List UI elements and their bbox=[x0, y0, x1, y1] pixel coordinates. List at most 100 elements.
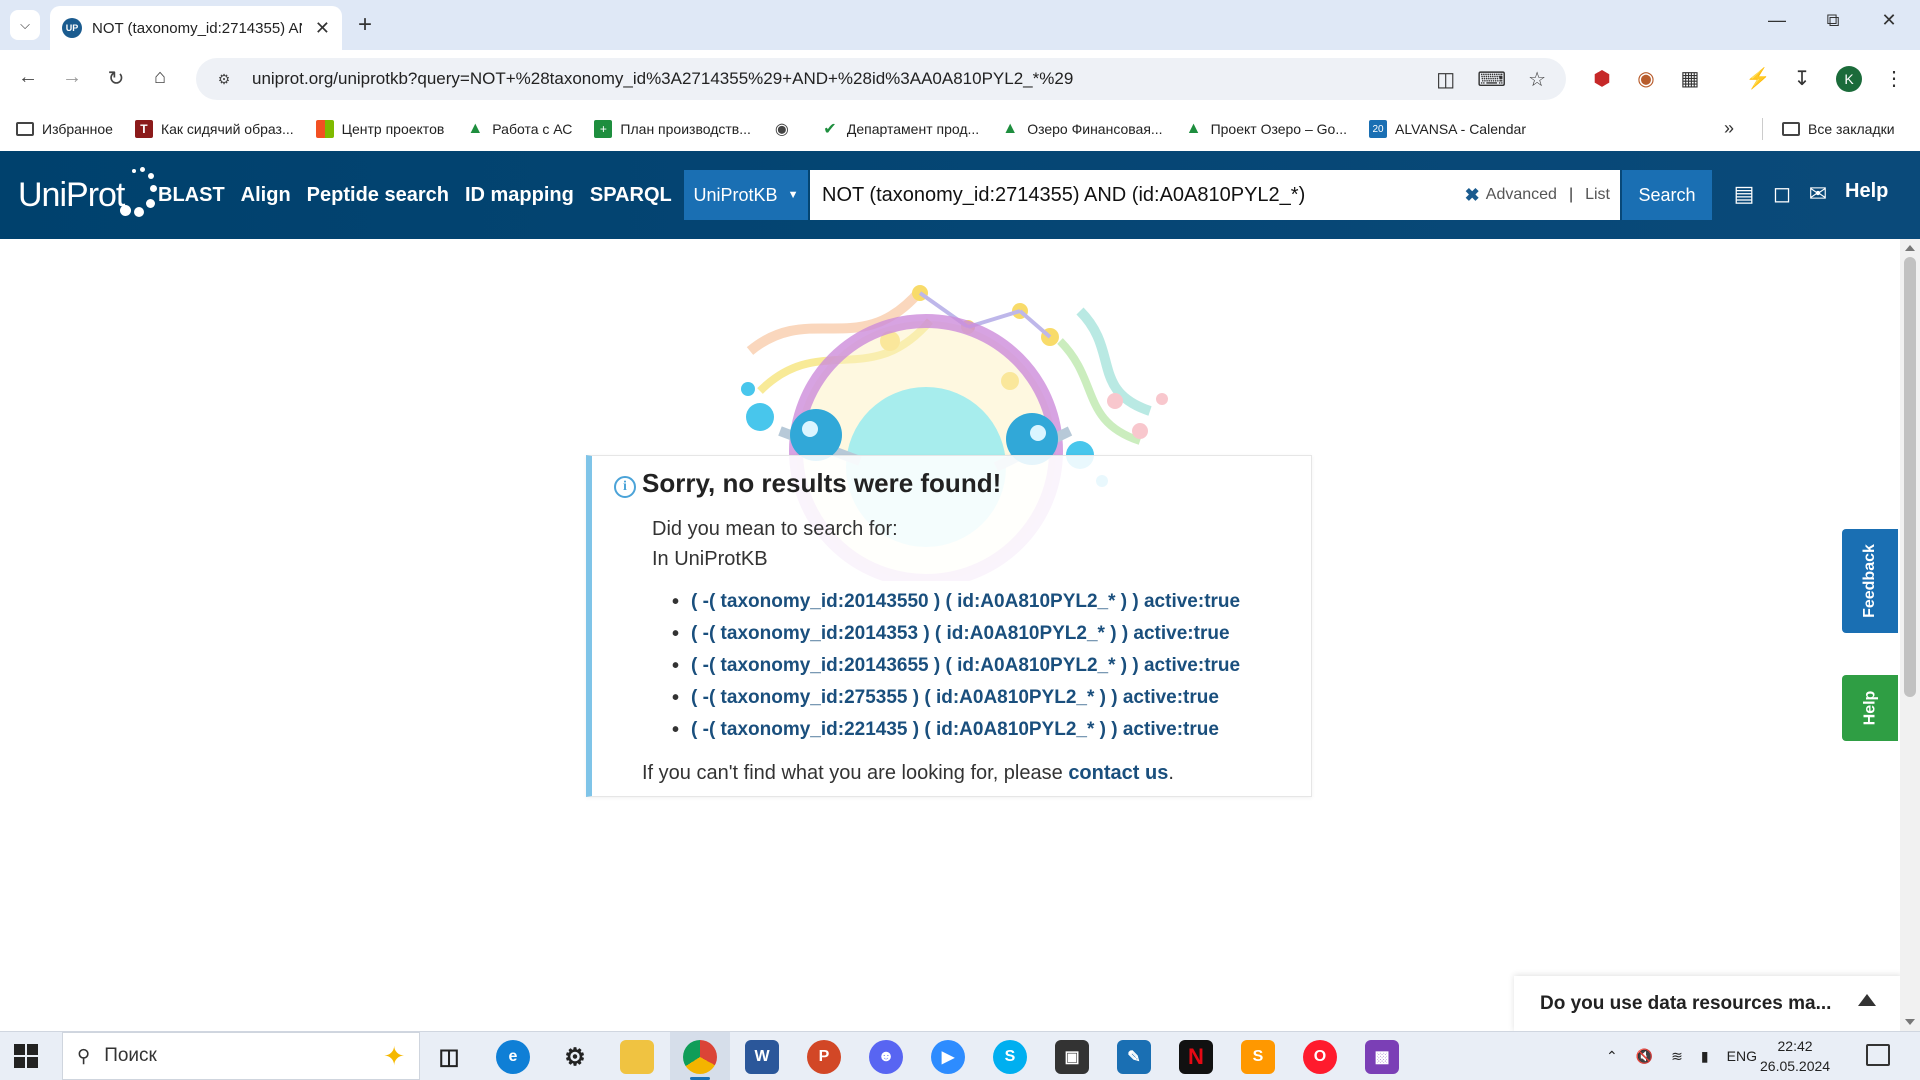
contact-us-link[interactable]: contact us bbox=[1068, 762, 1168, 784]
bookmark-item[interactable]: T Как сидячий образ... bbox=[134, 120, 294, 138]
basket-icon[interactable]: ◻ bbox=[1768, 181, 1796, 207]
discord-icon[interactable]: ☻ bbox=[869, 1040, 903, 1074]
download-icon[interactable]: ↧ bbox=[1788, 66, 1816, 91]
suggestion-link[interactable]: ( -( taxonomy_id:275355 ) ( id:A0A810PYL… bbox=[688, 682, 1240, 714]
bookmark-item[interactable]: Центр проектов bbox=[315, 120, 444, 138]
bookmark-item[interactable]: 20 ALVANSA - Calendar bbox=[1369, 120, 1526, 138]
extension-shield-icon[interactable]: ⬢ bbox=[1588, 66, 1616, 91]
document-app-icon[interactable]: ✎ bbox=[1117, 1040, 1151, 1074]
uniprot-favicon-icon: UP bbox=[62, 18, 82, 38]
reload-icon[interactable]: ↻ bbox=[102, 66, 130, 91]
nav-peptide-search[interactable]: Peptide search bbox=[307, 184, 449, 207]
database-selector[interactable]: UniProtKB ▼ bbox=[684, 170, 808, 220]
speaker-muted-icon[interactable]: 🔇 bbox=[1636, 1048, 1653, 1065]
browser-tab-active[interactable]: UP NOT (taxonomy_id:2714355) AND (id:A0A… bbox=[50, 6, 342, 50]
bookmark-item[interactable]: ◉ bbox=[773, 120, 799, 138]
help-side-tab[interactable]: Help bbox=[1842, 675, 1898, 741]
survey-banner[interactable]: Do you use data resources ma... bbox=[1514, 976, 1902, 1032]
windows-taskbar: ⚲ Поиск ✦ ◫ e ⚙ W P ☻ ▶ S ▣ ✎ N S O ▩ ⌃ … bbox=[0, 1031, 1920, 1080]
window-close-icon[interactable]: ✕ bbox=[1874, 10, 1904, 31]
edge-icon[interactable]: e bbox=[496, 1040, 530, 1074]
nav-align[interactable]: Align bbox=[241, 184, 291, 207]
taskbar-search-input[interactable]: ⚲ Поиск ✦ bbox=[62, 1032, 420, 1080]
suggestion-link[interactable]: ( -( taxonomy_id:221435 ) ( id:A0A810PYL… bbox=[688, 714, 1240, 746]
bookmark-item[interactable]: ▲ Работа с АС bbox=[466, 120, 572, 138]
powerpoint-icon[interactable]: P bbox=[807, 1040, 841, 1074]
advanced-search-link[interactable]: Advanced bbox=[1486, 186, 1557, 204]
skype-icon[interactable]: S bbox=[993, 1040, 1027, 1074]
search-button[interactable]: Search bbox=[1622, 170, 1712, 220]
opera-icon[interactable]: O bbox=[1303, 1040, 1337, 1074]
home-icon[interactable]: ⌂ bbox=[146, 66, 174, 89]
header-help-link[interactable]: Help bbox=[1845, 180, 1888, 203]
notification-icon[interactable] bbox=[1866, 1044, 1890, 1066]
zoom-icon[interactable]: ▶ bbox=[931, 1040, 965, 1074]
page-scrollbar[interactable] bbox=[1900, 239, 1920, 1031]
bookmark-item[interactable]: + План производств... bbox=[594, 120, 751, 138]
back-arrow-icon[interactable]: ← bbox=[14, 66, 42, 89]
logo-dots-icon bbox=[120, 165, 158, 225]
list-search-link[interactable]: List bbox=[1585, 186, 1610, 204]
more-bookmarks-icon[interactable]: » bbox=[1724, 118, 1734, 139]
expand-up-icon[interactable] bbox=[1858, 994, 1876, 1006]
nav-sparql[interactable]: SPARQL bbox=[590, 184, 672, 207]
clear-query-icon[interactable]: ✖ bbox=[1465, 185, 1480, 206]
extensions-puzzle-icon[interactable]: ▦ bbox=[1676, 66, 1704, 91]
suggestion-link[interactable]: ( -( taxonomy_id:20143655 ) ( id:A0A810P… bbox=[688, 650, 1240, 682]
netflix-icon[interactable]: N bbox=[1179, 1040, 1213, 1074]
tab-search-button[interactable]: ⌵ bbox=[10, 10, 40, 40]
new-tab-button[interactable]: + bbox=[352, 11, 378, 38]
settings-gear-icon[interactable]: ⚙ bbox=[558, 1040, 592, 1074]
battery-icon[interactable]: ▮ bbox=[1701, 1048, 1709, 1065]
scroll-up-icon[interactable] bbox=[1905, 245, 1915, 251]
bookmark-item[interactable]: ▲ Проект Озеро – Go... bbox=[1185, 120, 1347, 138]
menu-kebab-icon[interactable]: ⋮ bbox=[1880, 66, 1908, 91]
minimize-icon[interactable]: — bbox=[1762, 10, 1792, 31]
query-input[interactable]: NOT (taxonomy_id:2714355) AND (id:A0A810… bbox=[810, 170, 1620, 220]
nav-blast[interactable]: BLAST bbox=[158, 184, 225, 207]
scroll-thumb[interactable] bbox=[1904, 257, 1916, 697]
uniprot-logo[interactable]: UniProt bbox=[18, 165, 158, 225]
all-bookmarks-button[interactable]: Все закладки bbox=[1782, 108, 1895, 150]
envelope-icon[interactable]: ✉ bbox=[1804, 181, 1832, 207]
address-bar[interactable]: ⚙ uniprot.org/uniprotkb?query=NOT+%28tax… bbox=[196, 58, 1566, 100]
nav-id-mapping[interactable]: ID mapping bbox=[465, 184, 574, 207]
bookmarks-bar: Избранное T Как сидячий образ... Центр п… bbox=[0, 108, 1920, 150]
scroll-down-icon[interactable] bbox=[1905, 1019, 1915, 1025]
clock-time: 22:42 bbox=[1777, 1038, 1813, 1054]
bookmark-item[interactable]: Избранное bbox=[16, 121, 113, 137]
bookmark-item[interactable]: ✔ Департамент прод... bbox=[821, 120, 979, 138]
app-icon[interactable]: ▩ bbox=[1365, 1040, 1399, 1074]
performance-icon[interactable]: ⚡ bbox=[1744, 66, 1772, 91]
task-view-icon[interactable]: ◫ bbox=[432, 1040, 466, 1074]
taskbar-clock[interactable]: 22:42 26.05.2024 bbox=[1760, 1036, 1830, 1076]
install-app-icon[interactable]: ◫ bbox=[1436, 67, 1455, 92]
extension-avatar-icon[interactable]: ◉ bbox=[1632, 66, 1660, 91]
contact-line: If you can't find what you are looking f… bbox=[642, 762, 1174, 784]
suggestion-link[interactable]: ( -( taxonomy_id:20143550 ) ( id:A0A810P… bbox=[688, 586, 1240, 618]
windows-start-icon[interactable] bbox=[14, 1044, 38, 1068]
suggestion-database-label: In UniProtKB bbox=[652, 548, 768, 570]
feedback-tab[interactable]: Feedback bbox=[1842, 529, 1898, 633]
chevron-down-icon: ⌵ bbox=[20, 17, 30, 32]
forward-arrow-icon[interactable]: → bbox=[58, 66, 86, 89]
language-indicator[interactable]: ENG bbox=[1727, 1048, 1757, 1064]
bookmark-item[interactable]: ▲ Озеро Финансовая... bbox=[1001, 120, 1162, 138]
file-explorer-icon[interactable] bbox=[620, 1040, 654, 1074]
bookmark-star-icon[interactable]: ☆ bbox=[1528, 67, 1546, 92]
restore-icon[interactable]: ⧉ bbox=[1818, 10, 1848, 31]
close-icon[interactable]: ✕ bbox=[315, 18, 330, 39]
profile-avatar[interactable]: K bbox=[1836, 66, 1862, 92]
sublime-text-icon[interactable]: S bbox=[1241, 1040, 1275, 1074]
word-icon[interactable]: W bbox=[745, 1040, 779, 1074]
suggestion-link[interactable]: ( -( taxonomy_id:2014353 ) ( id:A0A810PY… bbox=[688, 618, 1240, 650]
site-settings-icon[interactable]: ⚙ bbox=[214, 69, 234, 89]
chevron-up-icon[interactable]: ⌃ bbox=[1606, 1048, 1618, 1065]
translate-icon[interactable]: ⌨ bbox=[1477, 67, 1506, 92]
wifi-icon[interactable]: ≋ bbox=[1671, 1048, 1683, 1065]
minecraft-icon[interactable]: ▣ bbox=[1055, 1040, 1089, 1074]
chrome-icon[interactable] bbox=[683, 1040, 717, 1074]
clock-date: 26.05.2024 bbox=[1760, 1058, 1831, 1074]
separator: | bbox=[1568, 186, 1574, 203]
toolbox-icon[interactable]: ▤ bbox=[1730, 181, 1758, 207]
